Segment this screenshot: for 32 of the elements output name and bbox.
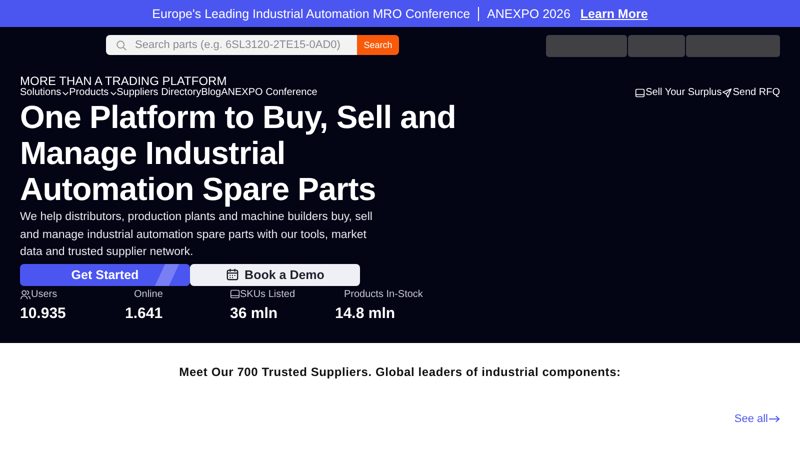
stat-label: Users bbox=[31, 288, 58, 300]
arrow-icon bbox=[769, 415, 780, 423]
nav-link[interactable]: Products bbox=[69, 87, 117, 99]
paper-plane-icon bbox=[722, 88, 732, 98]
learn-more-link[interactable]: Learn More bbox=[580, 6, 648, 20]
nav-link[interactable]: Blog bbox=[201, 87, 222, 99]
box-icon bbox=[634, 88, 645, 98]
nav-link[interactable]: Send RFQ bbox=[722, 87, 780, 99]
users-icon bbox=[20, 288, 31, 300]
get-started-button[interactable]: Get Started bbox=[20, 264, 190, 286]
book-demo-button[interactable]: Book a Demo bbox=[190, 264, 360, 286]
nav-link[interactable]: Solutions bbox=[20, 87, 70, 99]
section-heading: Meet Our 700 Trusted Suppliers. Global leaders of industrial components: bbox=[178, 365, 622, 379]
nav-link[interactable]: Suppliers Directory bbox=[116, 87, 202, 99]
stat-label: Online bbox=[134, 288, 163, 300]
stat-value: 1.641 bbox=[125, 304, 164, 322]
hero-heading: One Platform to Buy, Sell and Manage Industrial Automation Spare Parts bbox=[20, 99, 457, 207]
see-all-link[interactable]: See all bbox=[734, 413, 780, 425]
stat-label: SKUs Listed bbox=[240, 288, 296, 300]
stat-value: 10.935 bbox=[20, 304, 67, 322]
calendar-icon bbox=[226, 268, 239, 281]
hero-description: We help distributors, production plants and machine builders buy, sell and manage industrial automation spare parts with our tools, market data and trusted supplier network. bbox=[20, 210, 374, 260]
nav-link[interactable]: Sell Your Surplus bbox=[634, 87, 722, 99]
announcement-text: Europe's Leading Industrial Automation MRO Conference bbox=[152, 6, 470, 20]
tagline: MORE THAN A TRADING PLATFORM bbox=[20, 75, 228, 87]
box-icon bbox=[230, 289, 240, 299]
event-name: ANEXPO 2026 bbox=[487, 6, 570, 20]
stat-value: 14.8 mln bbox=[335, 304, 396, 322]
stat-value: 36 mln bbox=[230, 304, 279, 322]
stat-label: Products In-Stock bbox=[344, 288, 423, 300]
nav-link[interactable]: ANEXPO Conference bbox=[221, 87, 318, 99]
search-icon bbox=[116, 40, 127, 50]
